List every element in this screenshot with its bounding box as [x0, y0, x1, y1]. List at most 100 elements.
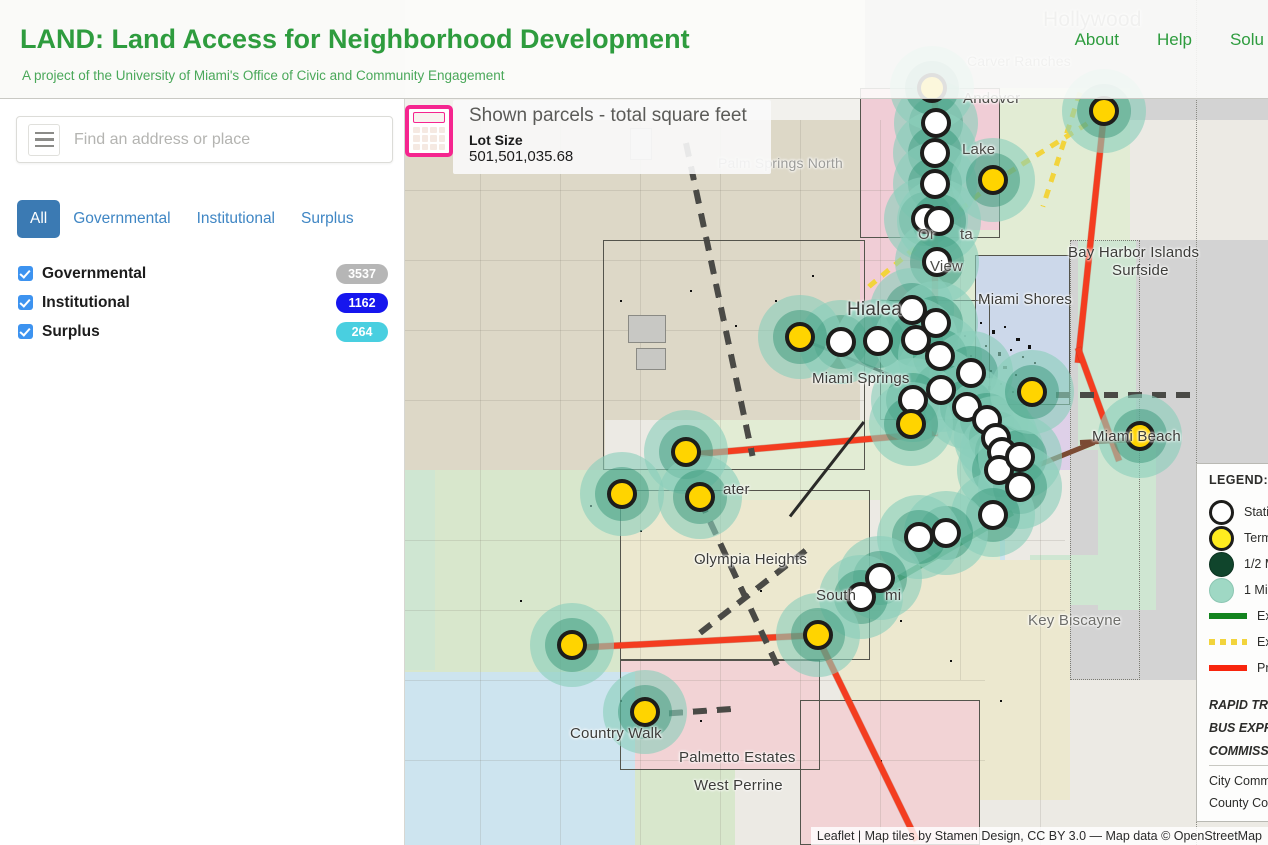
map-place-label: Key Biscayne	[1028, 612, 1122, 629]
map-attribution: Leaflet | Map tiles by Stamen Design, CC…	[810, 827, 1268, 845]
summary-metric-value: 501,501,035.68	[469, 148, 574, 165]
map-place-label: Miami Springs	[812, 370, 910, 387]
map-place-label: South	[816, 587, 857, 604]
legend-sub-city-commission: City Comm	[1209, 774, 1268, 788]
map-boundary	[800, 700, 980, 845]
map-place-label: Miami Shores	[978, 291, 1073, 308]
one-mile-buffer-icon	[1209, 577, 1234, 603]
legend-label-proposed: Prop	[1257, 661, 1268, 675]
legend-label-one-mile: 1 Mile	[1244, 583, 1268, 597]
station-marker[interactable]	[926, 375, 956, 405]
map-place-label: Hialea	[847, 299, 903, 320]
station-marker[interactable]	[931, 518, 961, 548]
map-gridline	[1040, 500, 1041, 845]
search-input[interactable]	[74, 130, 382, 149]
summary-panel: Shown parcels - total square feet Lot Si…	[405, 100, 771, 178]
legend-heading: LEGEND:	[1209, 473, 1268, 487]
terminus-marker[interactable]	[630, 697, 660, 727]
tab-institutional[interactable]: Institutional	[184, 200, 288, 238]
sidebar-panel: All Governmental Institutional Surplus G…	[0, 99, 405, 845]
station-marker[interactable]	[920, 138, 950, 168]
map-place-label: Lake	[962, 141, 996, 158]
checkbox-institutional[interactable]	[18, 295, 33, 310]
terminus-marker[interactable]	[685, 482, 715, 512]
terminus-marker[interactable]	[1017, 377, 1047, 407]
checkbox-governmental[interactable]	[18, 266, 33, 281]
page-title: LAND: Land Access for Neighborhood Devel…	[20, 24, 690, 54]
summary-box: Shown parcels - total square feet Lot Si…	[453, 100, 771, 174]
nav-link-about[interactable]: About	[1075, 30, 1119, 50]
legend-item-existing-green: Exist	[1209, 603, 1268, 629]
map-place-label: Palmetto Estates	[679, 749, 796, 766]
badge-governmental: 3537	[336, 263, 388, 284]
legend-heading-commission: COMMISS	[1209, 743, 1268, 758]
summary-title: Shown parcels - total square feet	[469, 105, 747, 126]
station-marker[interactable]	[921, 108, 951, 138]
map-place-label: ta	[960, 226, 973, 243]
legend-label-half-mile: 1/2 M	[1244, 557, 1268, 571]
legend-label-terminus: Termi	[1244, 531, 1268, 545]
map-building	[628, 315, 666, 343]
tab-surplus[interactable]: Surplus	[288, 200, 367, 238]
legend-heading-bus-express: BUS EXPR	[1209, 720, 1268, 735]
hamburger-icon[interactable]	[28, 123, 60, 156]
map-region-sw-ltblue	[405, 672, 635, 845]
map-place-label: mi	[885, 587, 902, 604]
nav-link-help[interactable]: Help	[1157, 30, 1192, 50]
map-region-w-mint	[405, 470, 435, 670]
tab-governmental[interactable]: Governmental	[60, 200, 183, 238]
checkbox-surplus[interactable]	[18, 324, 33, 339]
page-subtitle: A project of the University of Miami's O…	[22, 68, 505, 83]
terminus-marker[interactable]	[785, 322, 815, 352]
station-marker[interactable]	[925, 341, 955, 371]
badge-institutional: 1162	[336, 292, 388, 313]
map-place-label: Bay Harbor Islands	[1068, 244, 1200, 261]
station-marker[interactable]	[1005, 472, 1035, 502]
map-place-label: Miami Beach	[1092, 428, 1181, 445]
terminus-marker[interactable]	[978, 165, 1008, 195]
filter-row-surplus[interactable]: Surplus 264	[18, 317, 388, 346]
legend-item-half-mile: 1/2 M	[1209, 551, 1268, 577]
map-place-label: ater	[723, 481, 750, 498]
map-gridline	[560, 120, 561, 845]
station-marker[interactable]	[920, 169, 950, 199]
station-marker[interactable]	[956, 358, 986, 388]
filter-row-governmental[interactable]: Governmental 3537	[18, 259, 388, 288]
terminus-marker[interactable]	[1089, 96, 1119, 126]
map-place-label: West Perrine	[694, 777, 783, 794]
legend-item-station: Static	[1209, 499, 1268, 525]
terminus-marker-icon	[1209, 525, 1234, 551]
legend-label-existing-green: Exist	[1257, 609, 1268, 623]
badge-surplus: 264	[336, 321, 388, 342]
terminus-marker[interactable]	[803, 620, 833, 650]
map-place-label: View	[930, 258, 964, 275]
map-building	[636, 348, 666, 370]
station-marker[interactable]	[978, 500, 1008, 530]
legend-item-one-mile: 1 Mile	[1209, 577, 1268, 603]
terminus-marker[interactable]	[671, 437, 701, 467]
station-marker[interactable]	[863, 326, 893, 356]
red-line-icon	[1209, 665, 1247, 671]
legend-label-existing-yellow: Exist	[1257, 635, 1268, 649]
legend-item-terminus: Termi	[1209, 525, 1268, 551]
station-marker[interactable]	[826, 327, 856, 357]
tab-all[interactable]: All	[17, 200, 61, 238]
station-marker[interactable]	[1005, 442, 1035, 472]
calculator-icon	[405, 105, 453, 157]
half-mile-buffer-icon	[1209, 551, 1234, 577]
terminus-marker[interactable]	[557, 630, 587, 660]
nav-link-solutions[interactable]: Solu	[1230, 30, 1264, 50]
map-gridline	[480, 120, 481, 845]
map-place-label: Olympia Heights	[694, 551, 808, 568]
terminus-marker[interactable]	[896, 409, 926, 439]
filter-row-institutional[interactable]: Institutional 1162	[18, 288, 388, 317]
legend-item-proposed: Prop	[1209, 655, 1268, 681]
station-marker-icon	[1209, 499, 1234, 525]
search-bar	[16, 116, 393, 163]
category-tabs: All Governmental Institutional Surplus	[17, 200, 367, 238]
legend-label-station: Static	[1244, 505, 1268, 519]
terminus-marker[interactable]	[607, 479, 637, 509]
station-marker[interactable]	[904, 522, 934, 552]
filter-label-surplus: Surplus	[42, 322, 100, 340]
summary-metric-label: Lot Size	[469, 132, 523, 148]
